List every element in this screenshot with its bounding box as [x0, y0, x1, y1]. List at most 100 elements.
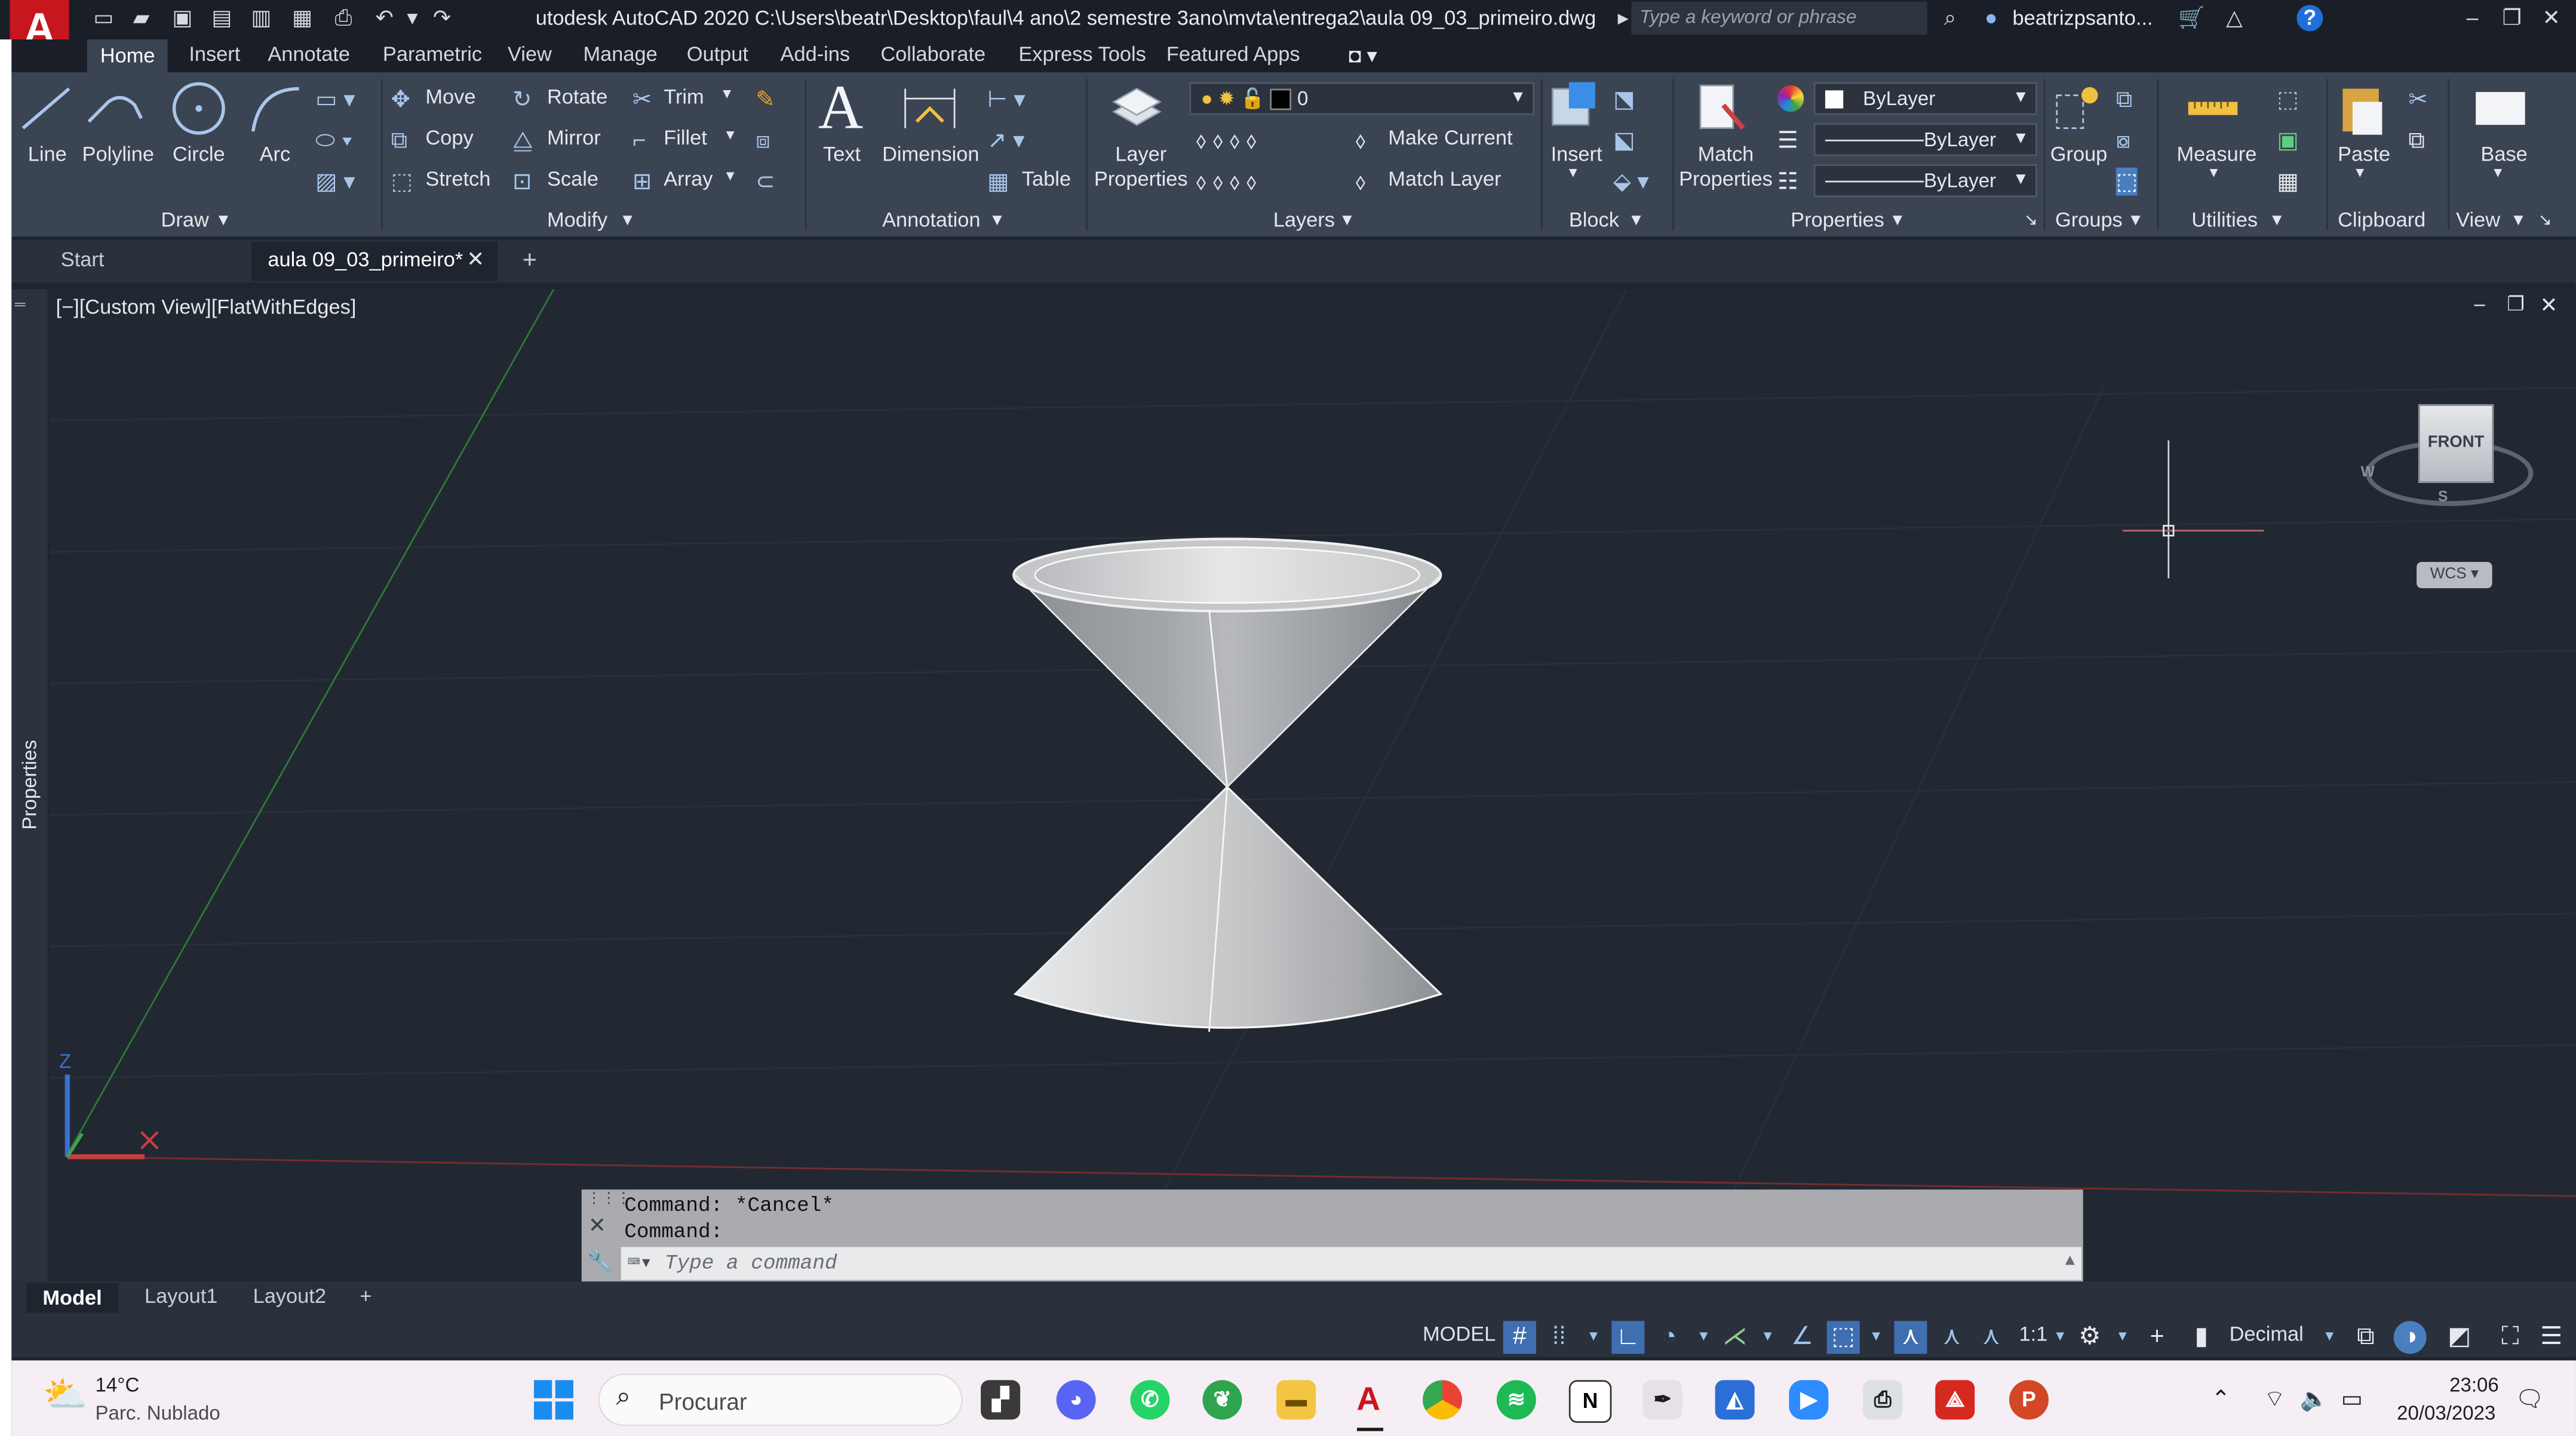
taskbar-search[interactable]: ⌕ Procurar: [598, 1373, 963, 1426]
user-icon[interactable]: ●: [1978, 5, 2004, 31]
modify-panel-label[interactable]: Modify: [547, 208, 607, 232]
isolate-objects-icon[interactable]: ◩: [2443, 1321, 2476, 1354]
line-button[interactable]: Line: [28, 143, 67, 166]
ortho-icon[interactable]: ∟: [1611, 1321, 1645, 1354]
snap-dropdown-icon[interactable]: ▾: [1577, 1321, 1610, 1354]
rotate-button[interactable]: Rotate: [547, 85, 607, 109]
chrome-icon[interactable]: [1423, 1380, 1463, 1420]
select-all-icon[interactable]: ▣: [2277, 127, 2298, 155]
match-properties-button[interactable]: Match Properties: [1679, 143, 1773, 192]
viewport-minimize-icon[interactable]: –: [2474, 293, 2485, 316]
polyline-button[interactable]: Polyline: [82, 143, 154, 166]
tab-parametric[interactable]: Parametric: [383, 43, 482, 66]
chevron-down-icon[interactable]: ▼: [2510, 212, 2526, 230]
offset-icon[interactable]: ⊂: [756, 168, 775, 196]
tab-output[interactable]: Output: [687, 43, 748, 66]
volume-icon[interactable]: 🔈: [2300, 1385, 2329, 1413]
file-explorer-icon[interactable]: ▬: [1276, 1380, 1316, 1420]
edit-block-icon[interactable]: ⬕: [1613, 127, 1635, 155]
paste-icon[interactable]: [2336, 79, 2388, 138]
sketchup-icon[interactable]: ◭: [1715, 1380, 1755, 1420]
cloud-save-icon[interactable]: ▦: [289, 5, 315, 31]
tab-add-ins[interactable]: Add-ins: [781, 43, 851, 66]
print-icon[interactable]: ⎙: [330, 5, 357, 31]
chevron-down-icon[interactable]: ▼: [1628, 212, 1644, 230]
text-button[interactable]: Text: [823, 143, 861, 166]
match-layer-icon[interactable]: ⬨: [1355, 168, 1365, 196]
tab-layout1[interactable]: Layout1: [145, 1285, 217, 1308]
scale-button[interactable]: Scale: [547, 168, 598, 191]
trim-icon[interactable]: ✂: [633, 85, 652, 113]
clipboard-panel-label[interactable]: Clipboard: [2338, 208, 2425, 232]
circle-icon[interactable]: [169, 79, 228, 138]
workspace-dropdown-icon[interactable]: ▾: [2106, 1321, 2139, 1354]
color-dropdown[interactable]: ByLayer ▼: [1813, 82, 2037, 115]
save-icon[interactable]: ▣: [169, 5, 195, 31]
new-tab-icon[interactable]: +: [523, 247, 537, 275]
new-file-icon[interactable]: ▭: [90, 5, 116, 31]
measure-dropdown-icon[interactable]: ▾: [2210, 164, 2218, 182]
model-viewport[interactable]: FRONT S W WCS ▾ Z – ❐ ✕: [49, 289, 2576, 1282]
array-button[interactable]: Array: [664, 168, 713, 191]
hardware-acceleration-icon[interactable]: ◑: [2393, 1321, 2427, 1354]
paste-button[interactable]: Paste: [2338, 143, 2390, 166]
match-layer-button[interactable]: Match Layer: [1388, 168, 1501, 191]
erase-icon[interactable]: ✎: [756, 85, 775, 113]
object-snap-dropdown-icon[interactable]: ▾: [1860, 1321, 1893, 1354]
units-value[interactable]: Decimal: [2230, 1323, 2304, 1346]
binoculars-icon[interactable]: ⌕: [1937, 5, 1963, 31]
calculator-icon[interactable]: ▦: [2277, 168, 2298, 196]
table-icon[interactable]: ▦: [987, 168, 1009, 196]
properties-panel-label[interactable]: Properties: [1791, 208, 1884, 232]
layer-properties-icon[interactable]: [1107, 79, 1166, 138]
scale-icon[interactable]: ⊡: [512, 168, 532, 196]
command-close-icon[interactable]: ✕: [588, 1213, 606, 1239]
view-panel-label[interactable]: View: [2456, 208, 2500, 232]
save-as-icon[interactable]: ▤: [208, 5, 235, 31]
drawing-canvas[interactable]: [49, 289, 2576, 1282]
viewport-restore-icon[interactable]: ❐: [2507, 293, 2525, 316]
windows-start-icon[interactable]: [533, 1380, 573, 1420]
autodesk-app-icon[interactable]: △: [2221, 5, 2248, 31]
linetype-dropdown[interactable]: ByLayer ▼: [1813, 164, 2037, 198]
circle-button[interactable]: Circle: [173, 143, 225, 166]
array-icon[interactable]: ⊞: [633, 168, 652, 196]
auto-scale-icon[interactable]: ⋏: [1935, 1321, 1968, 1354]
notion-icon[interactable]: N: [1568, 1380, 1612, 1423]
chevron-down-icon[interactable]: ▼: [989, 212, 1005, 230]
move-button[interactable]: Move: [425, 85, 475, 109]
tab-view[interactable]: View: [508, 43, 552, 66]
paste-dropdown-icon[interactable]: ▾: [2356, 164, 2364, 182]
close-tab-icon[interactable]: ✕: [466, 247, 484, 273]
measure-icon[interactable]: [2185, 85, 2244, 125]
tab-manage[interactable]: Manage: [583, 43, 657, 66]
polar-dropdown-icon[interactable]: ▾: [1687, 1321, 1720, 1354]
lineweight-dropdown[interactable]: ByLayer ▼: [1813, 123, 2037, 156]
weather-temperature[interactable]: 14°C: [96, 1373, 140, 1397]
cut-icon[interactable]: ✂: [2408, 85, 2427, 113]
printer-app-icon[interactable]: ⎙: [1863, 1380, 1903, 1420]
draw-panel-label[interactable]: Draw: [161, 208, 209, 232]
notifications-icon[interactable]: 🗨: [2515, 1385, 2544, 1413]
mirror-icon[interactable]: ⧋: [512, 127, 533, 155]
color-wheel-icon[interactable]: [1777, 85, 1804, 112]
annotation-monitor-icon[interactable]: +: [2141, 1321, 2173, 1354]
snap-icon[interactable]: ⁞⁞: [1543, 1321, 1576, 1354]
chevron-up-icon[interactable]: ⌃: [2211, 1385, 2230, 1413]
ucs-icon[interactable]: [65, 1074, 159, 1160]
cart-icon[interactable]: 🛒: [2178, 5, 2205, 31]
tab-start[interactable]: Start: [61, 248, 105, 272]
lineweight-icon[interactable]: ☰: [1777, 127, 1798, 155]
base-button[interactable]: Base: [2480, 143, 2527, 166]
text-icon[interactable]: A: [818, 72, 864, 144]
tab-drawing-file[interactable]: aula 09_03_primeiro* ✕: [251, 241, 498, 281]
make-current-icon[interactable]: ⬨: [1355, 127, 1365, 155]
tab-model[interactable]: Model: [26, 1283, 119, 1313]
move-icon[interactable]: ✥: [391, 85, 410, 113]
autocad-taskbar-icon[interactable]: A: [1349, 1380, 1389, 1420]
cloud-open-icon[interactable]: ▥: [248, 5, 274, 31]
help-icon[interactable]: ?: [2296, 5, 2323, 32]
viewport-close-icon[interactable]: ✕: [2540, 293, 2557, 319]
task-view-icon[interactable]: ▞: [981, 1380, 1021, 1420]
palette-handle-icon[interactable]: ═: [15, 296, 26, 312]
